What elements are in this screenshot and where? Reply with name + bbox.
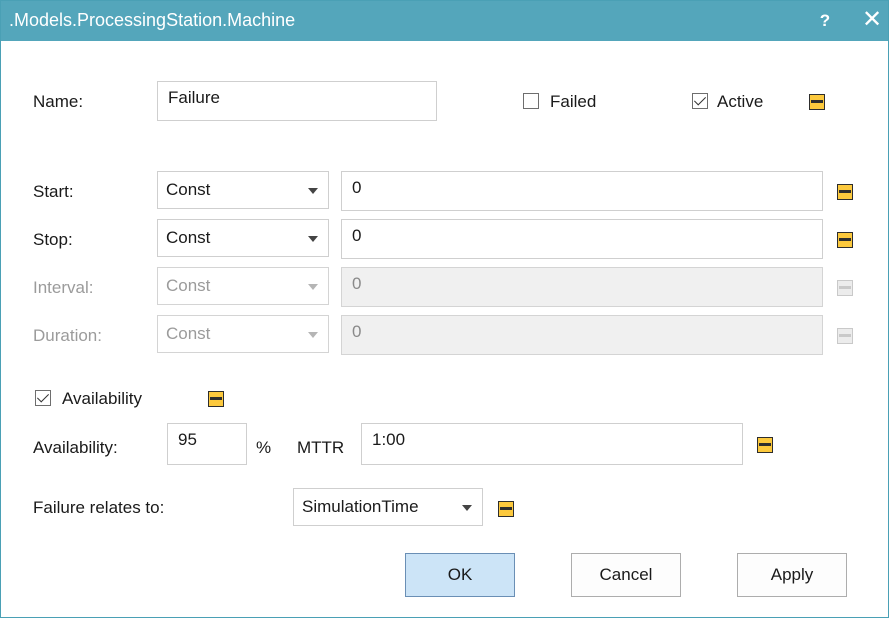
dialog-window: .Models.ProcessingStation.Machine ? ✕ Na… (0, 0, 889, 618)
availability-checkbox[interactable] (35, 390, 51, 406)
help-button[interactable]: ? (813, 7, 837, 35)
interval-value-input: 0 (341, 267, 823, 307)
failed-checkbox[interactable] (523, 93, 539, 109)
stop-distribution-select[interactable]: Const (157, 219, 329, 257)
availability-label: Availability: (33, 438, 118, 457)
interval-distribution-select: Const (157, 267, 329, 305)
stop-distribution-value: Const (166, 228, 211, 247)
close-icon[interactable]: ✕ (857, 5, 887, 35)
interval-label: Interval: (33, 278, 94, 297)
chevron-down-icon (462, 505, 472, 511)
failure-relates-select[interactable]: SimulationTime (293, 488, 483, 526)
interval-distribution-value: Const (166, 276, 211, 295)
duration-value-input: 0 (341, 315, 823, 355)
ok-button[interactable]: OK (405, 553, 515, 597)
start-distribution-value: Const (166, 180, 211, 199)
inherit-active-button[interactable] (809, 94, 825, 110)
name-label: Name: (33, 92, 84, 111)
chevron-down-icon (308, 284, 318, 290)
inherit-stop-button[interactable] (837, 232, 853, 248)
stop-value-input[interactable]: 0 (341, 219, 823, 259)
duration-distribution-select: Const (157, 315, 329, 353)
chevron-down-icon (308, 236, 318, 242)
start-distribution-select[interactable]: Const (157, 171, 329, 209)
active-label[interactable]: Active (717, 92, 763, 112)
inherit-mttr-button[interactable] (757, 437, 773, 453)
cancel-button[interactable]: Cancel (571, 553, 681, 597)
percent-unit-label: % (256, 438, 272, 457)
failure-relates-value: SimulationTime (302, 497, 419, 516)
inherit-interval-button (837, 280, 853, 296)
failed-label[interactable]: Failed (550, 92, 596, 112)
failure-relates-label: Failure relates to: (33, 498, 165, 517)
name-input[interactable]: Failure (157, 81, 437, 121)
availability-checkbox-label[interactable]: Availability (62, 389, 142, 409)
availability-input[interactable]: 95 (167, 423, 247, 465)
stop-label: Stop: (33, 230, 73, 249)
active-checkbox[interactable] (692, 93, 708, 109)
duration-distribution-value: Const (166, 324, 211, 343)
inherit-duration-button (837, 328, 853, 344)
chevron-down-icon (308, 332, 318, 338)
inherit-relates-button[interactable] (498, 501, 514, 517)
duration-label: Duration: (33, 326, 102, 345)
mttr-input[interactable]: 1:00 (361, 423, 743, 465)
apply-button[interactable]: Apply (737, 553, 847, 597)
title-bar[interactable]: .Models.ProcessingStation.Machine ? ✕ (1, 1, 888, 41)
inherit-availability-button[interactable] (208, 391, 224, 407)
mttr-label: MTTR (297, 438, 345, 457)
chevron-down-icon (308, 188, 318, 194)
inherit-start-button[interactable] (837, 184, 853, 200)
start-label: Start: (33, 182, 74, 201)
start-value-input[interactable]: 0 (341, 171, 823, 211)
window-title: .Models.ProcessingStation.Machine (9, 10, 296, 30)
